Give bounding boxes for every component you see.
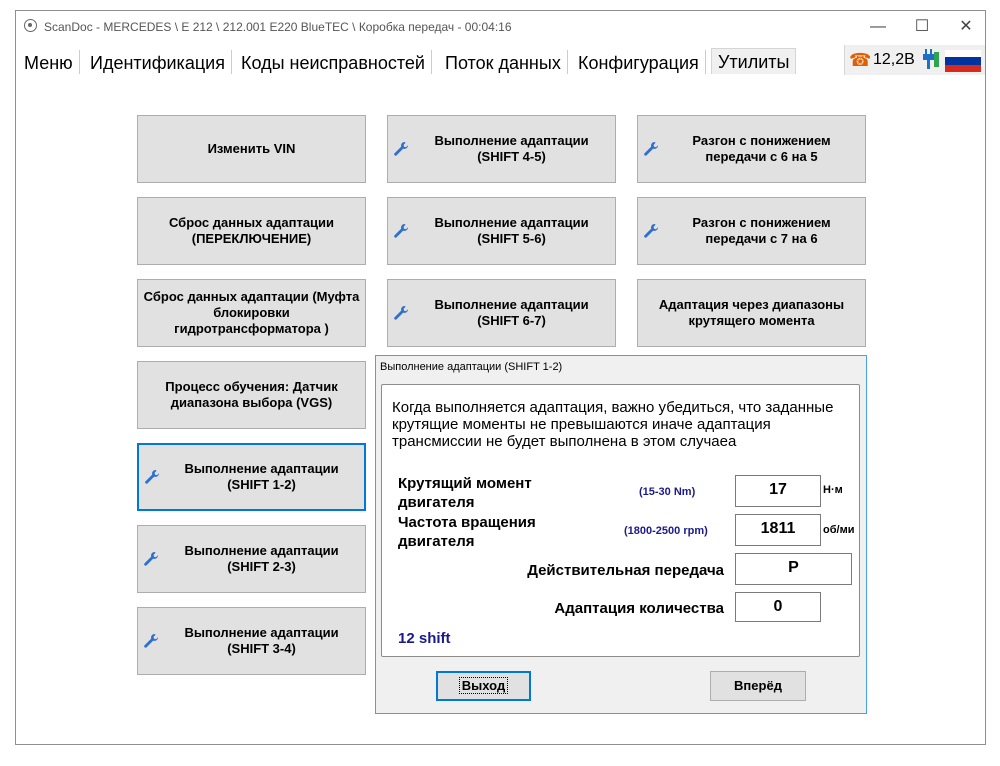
wrench-icon [392,141,410,157]
wrench-icon [142,633,160,649]
menu-tab-data-stream[interactable]: Поток данных [439,50,568,74]
utility-tile-label: Адаптация через диапазоны крутящего моме… [658,297,845,328]
dialog-title: Выполнение адаптации (SHIFT 1-2) [380,361,563,373]
wrench-icon [142,551,160,567]
utility-tile-label: Процесс обучения: Датчик диапазона выбор… [165,379,338,410]
utility-tile-label: Выполнение адаптации (SHIFT 5-6) [434,215,589,246]
torque-value: 17 [735,475,821,507]
menu-tab-identification[interactable]: Идентификация [84,50,232,74]
dialog-message: Когда выполняется адаптация, важно убеди… [392,399,834,450]
title-bar: ScanDoc - MERCEDES \ E 212 \ 212.001 E22… [16,11,985,43]
flag-stripe-white [945,50,981,58]
utility-tile-0[interactable]: Изменить VIN [137,115,366,183]
utility-tile-3[interactable]: Сброс данных адаптации (ПЕРЕКЛЮЧЕНИЕ) [137,197,366,265]
menu-tab-fault-codes[interactable]: Коды неисправностей [235,50,432,74]
gear-value: P [735,553,852,585]
russian-flag-icon [945,50,981,72]
maximize-button[interactable]: ☐ [902,15,942,39]
menu-tab-menu[interactable]: Меню [18,50,80,74]
wrench-icon [642,223,660,239]
dialog-panel: Когда выполняется адаптация, важно убеди… [381,384,860,657]
menu-tab-configuration[interactable]: Конфигурация [572,50,706,74]
utility-tile-5[interactable]: Разгон с понижением передачи с 7 на 6 [637,197,866,265]
wrench-icon [642,141,660,157]
utility-tile-1[interactable]: Выполнение адаптации (SHIFT 4-5) [387,115,616,183]
utility-tile-label: Сброс данных адаптации (ПЕРЕКЛЮЧЕНИЕ) [168,215,335,246]
utility-tile-label: Разгон с понижением передачи с 6 на 5 [692,133,831,164]
rpm-label: Частота вращения двигателя [398,514,536,550]
app-logo-icon [24,19,37,32]
exit-button[interactable]: Выход [436,671,531,701]
wrench-icon [392,223,410,239]
status-area: ☎ 12,2В [844,45,985,75]
exit-button-label: Выход [458,677,509,694]
utility-tile-label: Изменить VIN [207,141,296,156]
utility-tile-8[interactable]: Адаптация через диапазоны крутящего моме… [637,279,866,347]
gear-label: Действительная передача [527,562,724,579]
minimize-button[interactable]: — [858,15,898,39]
adaptation-dialog: Выполнение адаптации (SHIFT 1-2) Когда в… [375,355,867,714]
rpm-value: 1811 [735,514,821,546]
menu-tab-utilities[interactable]: Утилиты [711,48,797,74]
rpm-range: (1800-2500 rpm) [624,525,708,537]
shift-label: 12 shift [398,630,451,647]
torque-label: Крутящий момент двигателя [398,475,532,511]
flag-stripe-blue [945,57,981,65]
utility-tile-label: Выполнение адаптации (SHIFT 1-2) [184,461,339,492]
phone-icon: ☎ [849,50,872,70]
adaptation-count-value: 0 [735,592,821,622]
utility-tile-label: Выполнение адаптации (SHIFT 6-7) [434,297,589,328]
close-button[interactable]: ✕ [946,15,986,39]
utility-tile-4[interactable]: Выполнение адаптации (SHIFT 5-6) [387,197,616,265]
utility-tile-label: Выполнение адаптации (SHIFT 2-3) [184,543,339,574]
utility-tile-9[interactable]: Процесс обучения: Датчик диапазона выбор… [137,361,366,429]
next-button[interactable]: Вперёд [710,671,806,701]
torque-unit: Н·м [823,484,843,496]
battery-plug-icon [923,49,939,69]
rpm-unit: об/мин [823,524,855,536]
utility-tile-7[interactable]: Выполнение адаптации (SHIFT 6-7) [387,279,616,347]
torque-range: (15-30 Nm) [639,486,696,498]
utility-tile-label: Разгон с понижением передачи с 7 на 6 [692,215,831,246]
adaptation-count-label: Адаптация количества [554,600,724,617]
menu-bar: Меню Идентификация Коды неисправностей П… [16,48,985,74]
utility-tile-label: Сброс данных адаптации (Муфта блокировки… [143,289,360,336]
wrench-icon [392,305,410,321]
flag-stripe-red [945,64,981,72]
utility-tile-label: Выполнение адаптации (SHIFT 4-5) [434,133,589,164]
utility-tile-11[interactable]: Выполнение адаптации (SHIFT 2-3) [137,525,366,593]
voltage-readout: 12,2В [873,51,915,68]
utility-tile-6[interactable]: Сброс данных адаптации (Муфта блокировки… [137,279,366,347]
utility-tile-2[interactable]: Разгон с понижением передачи с 6 на 5 [637,115,866,183]
window-title: ScanDoc - MERCEDES \ E 212 \ 212.001 E22… [44,20,512,34]
utility-tile-label: Выполнение адаптации (SHIFT 3-4) [184,625,339,656]
utility-tile-10[interactable]: Выполнение адаптации (SHIFT 1-2) [137,443,366,511]
utility-tile-12[interactable]: Выполнение адаптации (SHIFT 3-4) [137,607,366,675]
wrench-icon [143,469,161,485]
